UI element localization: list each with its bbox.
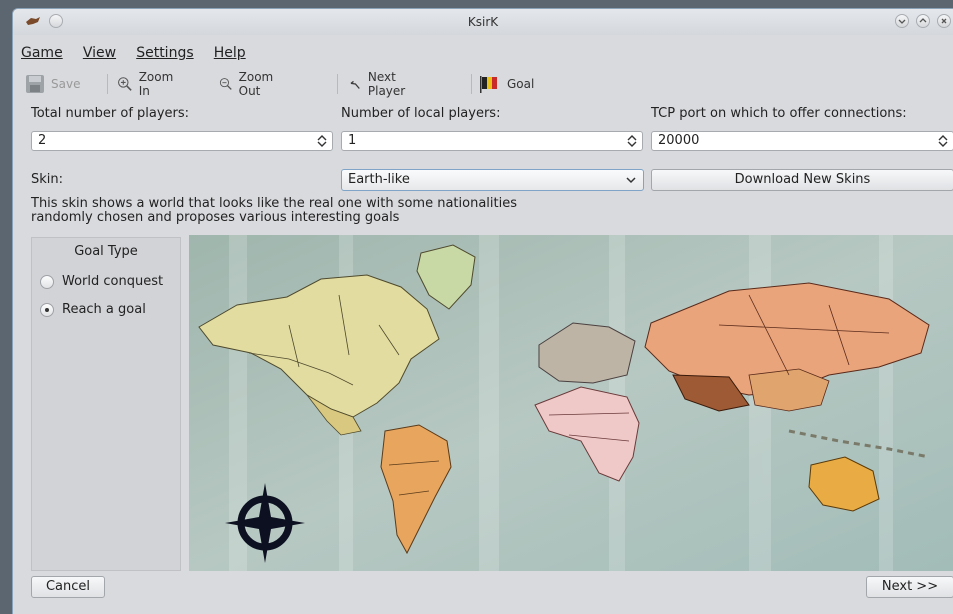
zoom-out-icon (219, 78, 232, 90)
skin-select[interactable]: Earth-like (341, 169, 644, 191)
total-players-spinbox[interactable]: 2 (31, 131, 333, 151)
toolbar-separator (107, 74, 108, 94)
next-player-icon (350, 80, 360, 89)
window-title: KsirK (467, 15, 499, 29)
menu-view[interactable]: View (83, 45, 116, 61)
minimize-button[interactable] (895, 14, 909, 28)
zoom-out-button[interactable]: Zoom Out (219, 70, 280, 98)
menu-game[interactable]: Game (21, 45, 63, 61)
spin-arrows-icon[interactable] (626, 134, 638, 148)
menu-help[interactable]: Help (214, 45, 246, 61)
world-map-preview (189, 235, 953, 571)
next-button[interactable]: Next >> (866, 576, 953, 598)
spin-arrows-icon[interactable] (316, 134, 328, 148)
next-player-button[interactable]: Next Player (349, 70, 412, 98)
skin-label: Skin: (31, 172, 64, 187)
radio-reach-goal[interactable]: Reach a goal (40, 302, 146, 317)
chevron-up-icon (919, 18, 927, 23)
tcp-port-label: TCP port on which to offer connections: (651, 106, 907, 121)
chevron-down-icon (898, 19, 906, 24)
goal-button[interactable]: Goal (479, 71, 534, 97)
close-icon (941, 18, 947, 24)
skin-description: This skin shows a world that looks like … (31, 196, 517, 225)
close-button[interactable] (937, 14, 951, 28)
title-bar[interactable]: KsirK (13, 9, 953, 35)
main-window: KsirK Game View Settings Help Save Zoom … (12, 8, 953, 614)
goal-type-title: Goal Type (74, 244, 138, 259)
download-skins-button[interactable]: Download New Skins (651, 169, 953, 191)
radio-indicator-selected[interactable] (40, 302, 54, 317)
local-players-spinbox[interactable]: 1 (341, 131, 643, 151)
total-players-label: Total number of players: (31, 106, 190, 121)
menu-bar: Game View Settings Help (21, 45, 262, 65)
radio-indicator[interactable] (40, 274, 54, 289)
radio-world-conquest[interactable]: World conquest (40, 274, 163, 289)
toolbar-separator (471, 74, 472, 94)
zoom-in-icon (118, 77, 132, 91)
save-button[interactable]: Save (25, 71, 80, 97)
chevron-down-icon (626, 177, 636, 184)
local-players-label: Number of local players: (341, 106, 501, 121)
menu-settings[interactable]: Settings (136, 45, 193, 61)
spin-arrows-icon[interactable] (937, 134, 949, 148)
toolbar-separator (337, 74, 338, 94)
goal-type-group: Goal Type World conquest Reach a goal (31, 237, 181, 571)
goal-flag-icon (480, 76, 497, 93)
tcp-port-spinbox[interactable]: 20000 (651, 131, 953, 151)
save-icon (26, 75, 44, 93)
maximize-button[interactable] (916, 14, 930, 28)
zoom-in-button[interactable]: Zoom In (117, 70, 178, 98)
cancel-button[interactable]: Cancel (31, 576, 105, 598)
